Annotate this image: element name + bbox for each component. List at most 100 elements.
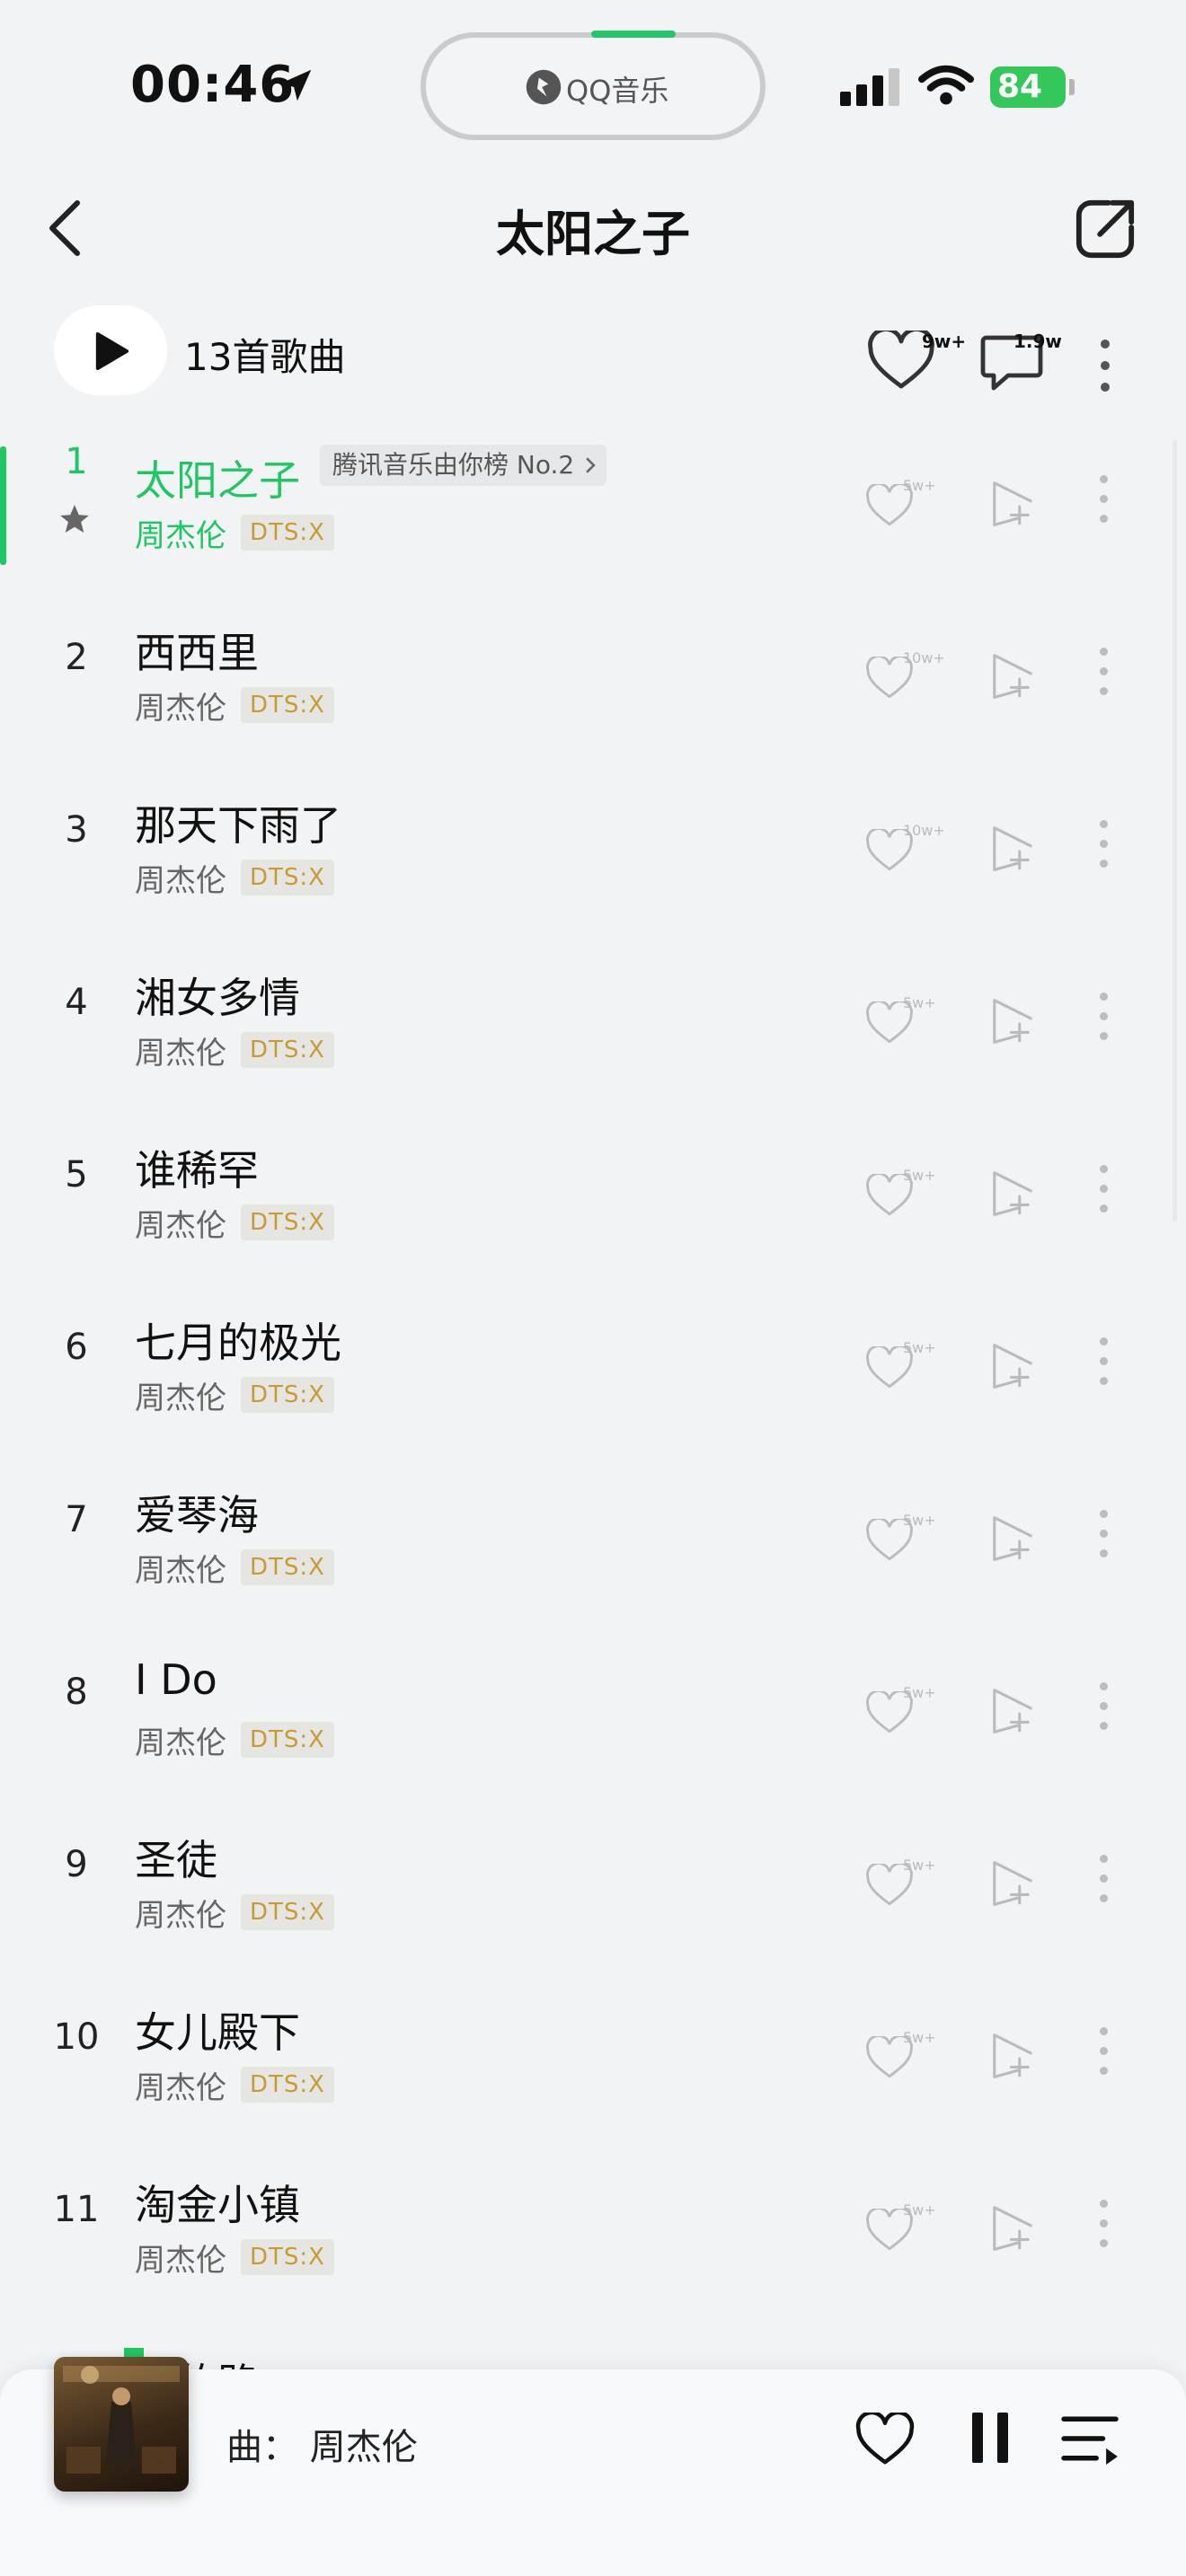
favorite-count: 9w+ [922,331,967,352]
quality-badge: DTS:X [241,1894,334,1930]
more-icon[interactable] [1098,2027,1109,2081]
song-artist[interactable]: 周杰伦 [135,1373,226,1417]
more-icon[interactable] [1098,475,1109,529]
share-icon[interactable] [1074,198,1137,260]
more-icon[interactable] [1098,1165,1109,1219]
more-icon[interactable] [1100,340,1111,393]
song-artist[interactable]: 周杰伦 [135,511,226,555]
add-to-playlist-icon[interactable] [988,2203,1037,2254]
add-to-playlist-icon[interactable] [988,479,1037,529]
playlist-icon[interactable] [1060,2413,1120,2465]
quality-badge: DTS:X [241,515,334,551]
island-text: QQ音乐 [566,74,669,108]
like-count: 5w+ [903,477,936,494]
song-number: 7 [65,1499,88,1540]
quality-badge: DTS:X [241,1377,334,1413]
like-count: 5w+ [903,2029,936,2046]
like-count: 5w+ [903,1512,936,1529]
add-to-playlist-icon[interactable] [988,824,1037,874]
quality-badge: DTS:X [241,1722,334,1758]
song-title: 爱琴海 [135,1491,259,1539]
song-artist[interactable]: 周杰伦 [135,856,226,900]
now-playing-text[interactable]: 曲： 周杰伦 [226,2418,418,2470]
island-progress-bar [591,31,676,38]
pause-button[interactable] [972,2413,1010,2463]
like-count: 5w+ [903,1684,936,1701]
song-row[interactable]: 10 女儿殿下 周杰伦 DTS:X 5w+ [0,1972,1168,2144]
play-icon [95,332,129,370]
like-count: 10w+ [903,822,945,839]
album-cover[interactable] [54,2357,189,2492]
scrollbar[interactable] [1173,440,1177,1222]
song-artist[interactable]: 周杰伦 [135,1028,226,1072]
song-row[interactable]: 6 七月的极光 周杰伦 DTS:X 5w+ [0,1282,1168,1454]
song-title: 淘金小镇 [135,2181,300,2229]
add-to-playlist-icon[interactable] [988,1341,1037,1391]
song-artist[interactable]: 周杰伦 [135,1546,226,1590]
more-icon[interactable] [1098,1855,1109,1909]
song-row[interactable]: 5 谁稀罕 周杰伦 DTS:X 5w+ [0,1109,1168,1282]
song-number: 5 [65,1154,88,1195]
song-artist[interactable]: 周杰伦 [135,1891,226,1935]
song-number: 3 [65,809,88,851]
quality-badge: DTS:X [241,860,334,895]
signal-icon [840,68,899,106]
add-to-playlist-icon[interactable] [988,1513,1037,1564]
heart-icon[interactable] [855,2413,915,2466]
pause-icon-bar [997,2413,1008,2463]
add-to-playlist-icon[interactable] [988,651,1037,701]
more-icon[interactable] [1098,1510,1109,1564]
chart-rank-label: 腾讯音乐由你榜 No.2 [332,450,575,480]
add-to-playlist-icon[interactable] [988,1169,1037,1219]
song-title: 谁稀罕 [135,1146,259,1195]
song-title: I Do [135,1655,217,1704]
album-art-image [63,2366,180,2474]
song-number: 4 [65,982,88,1023]
battery-indicator: 84 [990,66,1066,108]
add-to-playlist-icon[interactable] [988,1858,1037,1909]
song-title: 那天下雨了 [135,801,341,850]
more-icon[interactable] [1098,992,1109,1046]
wifi-icon [918,65,974,105]
song-artist[interactable]: 周杰伦 [135,684,226,728]
chart-rank-tag[interactable]: 腾讯音乐由你榜 No.2 [320,445,607,486]
add-to-playlist-icon[interactable] [988,2031,1037,2081]
quality-badge: DTS:X [241,687,334,723]
song-row[interactable]: 1 太阳之子 腾讯音乐由你榜 No.2 周杰伦 DTS:X 5w+ [0,419,1168,592]
song-row[interactable]: 7 爱琴海 周杰伦 DTS:X 5w+ [0,1454,1168,1627]
battery-nub [1069,79,1075,95]
like-count: 5w+ [903,1167,936,1184]
play-all-button[interactable] [54,305,167,395]
song-row[interactable]: 3 那天下雨了 周杰伦 DTS:X 10w+ [0,764,1168,937]
more-icon[interactable] [1098,648,1109,701]
song-title: 湘女多情 [135,974,300,1022]
song-row[interactable]: 2 西西里 周杰伦 DTS:X 10w+ [0,592,1168,764]
song-artist[interactable]: 周杰伦 [135,2063,226,2107]
more-icon[interactable] [1098,1682,1109,1736]
song-row[interactable]: 4 湘女多情 周杰伦 DTS:X 5w+ [0,937,1168,1109]
song-artist[interactable]: 周杰伦 [135,2236,226,2280]
like-count: 5w+ [903,2201,936,2219]
comment-count: 1.9w [1013,331,1062,352]
song-row[interactable]: 11 淘金小镇 周杰伦 DTS:X 5w+ [0,2144,1168,2316]
pause-icon [972,2413,983,2463]
song-artist[interactable]: 周杰伦 [135,1201,226,1245]
add-to-playlist-icon[interactable] [988,1686,1037,1736]
more-icon[interactable] [1098,1337,1109,1391]
more-icon[interactable] [1098,2200,1109,2254]
chevron-right-icon [586,457,596,473]
song-artist[interactable]: 周杰伦 [135,1718,226,1762]
page-title: 太阳之子 [496,206,690,262]
song-title: 西西里 [135,629,259,677]
quality-badge: DTS:X [241,2239,334,2275]
more-icon[interactable] [1098,820,1109,874]
song-title: 圣徒 [135,1836,217,1884]
song-row[interactable]: 9 圣徒 周杰伦 DTS:X 5w+ [0,1799,1168,1972]
quality-badge: DTS:X [241,1549,334,1585]
song-number: 2 [65,637,88,678]
song-number: 8 [65,1672,88,1713]
song-number: 9 [65,1844,88,1885]
add-to-playlist-icon[interactable] [988,996,1037,1046]
song-row[interactable]: 8 I Do 周杰伦 DTS:X 5w+ [0,1627,1168,1799]
status-time: 00:46 [130,56,296,114]
